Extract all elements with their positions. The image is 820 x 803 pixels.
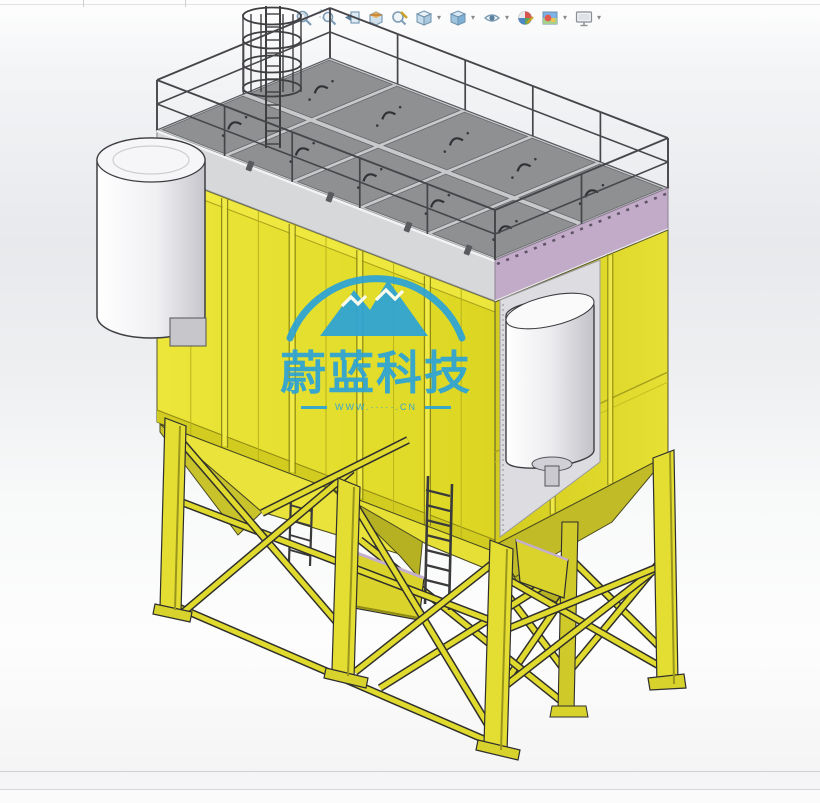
air-tank-right	[503, 286, 597, 486]
leg-front-1	[160, 418, 186, 612]
dust-collector-model[interactable]	[97, 6, 686, 760]
air-tank-left	[97, 138, 206, 346]
viewport-3d[interactable]	[0, 0, 820, 803]
